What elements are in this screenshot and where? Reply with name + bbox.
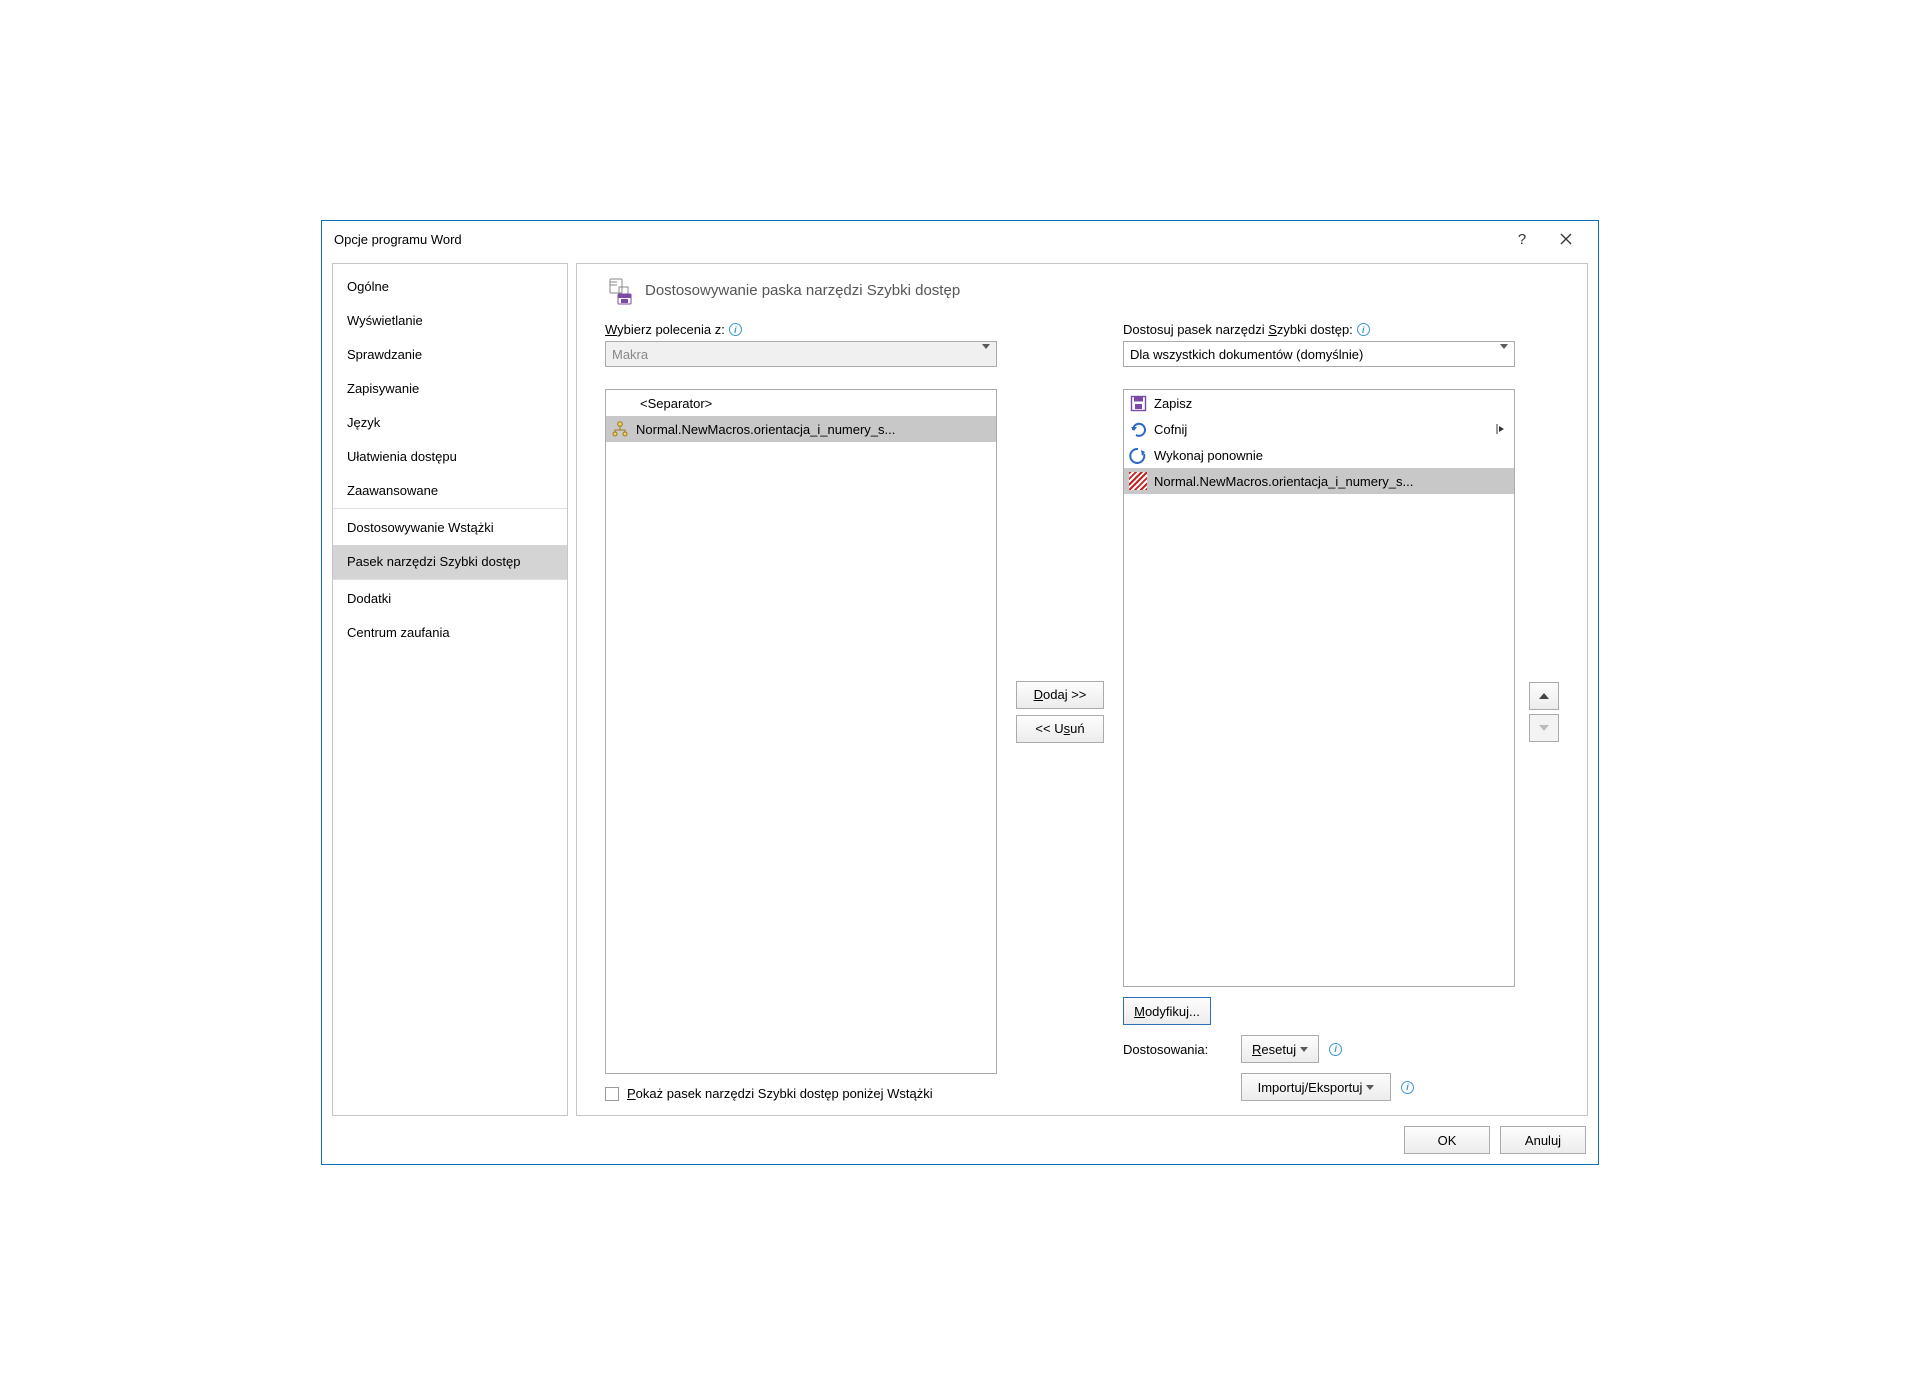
sidebar-item-save[interactable]: Zapisywanie	[333, 372, 567, 406]
chevron-down-icon	[1300, 1047, 1308, 1052]
chevron-down-icon	[1500, 349, 1508, 364]
columns: Wybierz polecenia z: i Makra <Separator>	[605, 322, 1567, 1101]
customize-qat-column: Dostosuj pasek narzędzi Szybki dostęp: i…	[1123, 322, 1515, 1101]
sidebar-item-general[interactable]: Ogólne	[333, 270, 567, 304]
reorder-column	[1521, 322, 1567, 1101]
show-below-ribbon-row: Pokaż pasek narzędzi Szybki dostęp poniż…	[605, 1086, 997, 1101]
qat-item-redo[interactable]: Wykonaj ponownie	[1124, 442, 1514, 468]
save-icon	[1128, 393, 1148, 413]
info-icon[interactable]: i	[1357, 323, 1370, 336]
reset-button[interactable]: Resetuj	[1241, 1035, 1319, 1063]
right-controls: Modyfikuj... Dostosowania: Resetuj i Imp…	[1123, 997, 1515, 1101]
panel-heading-text: Dostosowywanie paska narzędzi Szybki dos…	[645, 282, 960, 299]
info-icon[interactable]: i	[1401, 1081, 1414, 1094]
customize-qat-value: Dla wszystkich dokumentów (domyślnie)	[1130, 347, 1363, 362]
add-button[interactable]: Dodaj >>	[1016, 681, 1104, 709]
word-options-dialog: Opcje programu Word ? Ogólne Wyświetlani…	[321, 220, 1599, 1165]
undo-icon	[1128, 419, 1148, 439]
sidebar-item-advanced[interactable]: Zaawansowane	[333, 474, 567, 509]
qat-listbox[interactable]: Zapisz Cofnij	[1123, 389, 1515, 987]
chevron-up-icon	[1539, 693, 1549, 699]
list-item-separator[interactable]: <Separator>	[606, 390, 996, 416]
sidebar-item-trust-center[interactable]: Centrum zaufania	[333, 616, 567, 650]
sidebar-item-accessibility[interactable]: Ułatwienia dostępu	[333, 440, 567, 474]
sidebar-item-quick-access[interactable]: Pasek narzędzi Szybki dostęp	[333, 545, 567, 580]
move-down-button[interactable]	[1529, 714, 1559, 742]
macro-tree-icon	[610, 419, 630, 439]
titlebar: Opcje programu Word ?	[322, 221, 1598, 257]
commands-listbox[interactable]: <Separator> Normal.N	[605, 389, 997, 1074]
sidebar-item-display[interactable]: Wyświetlanie	[333, 304, 567, 338]
info-icon[interactable]: i	[729, 323, 742, 336]
show-below-ribbon-checkbox[interactable]	[605, 1087, 619, 1101]
cancel-button[interactable]: Anuluj	[1500, 1126, 1586, 1154]
redo-icon	[1128, 445, 1148, 465]
qat-item-undo[interactable]: Cofnij	[1124, 416, 1514, 442]
choose-commands-value: Makra	[612, 347, 648, 362]
help-button[interactable]: ?	[1500, 224, 1544, 254]
chevron-down-icon	[982, 349, 990, 364]
dialog-title: Opcje programu Word	[332, 232, 1500, 247]
close-icon	[1560, 233, 1572, 245]
chevron-down-icon	[1539, 725, 1549, 731]
qat-item-save[interactable]: Zapisz	[1124, 390, 1514, 416]
split-indicator-icon	[1494, 422, 1510, 436]
move-up-button[interactable]	[1529, 682, 1559, 710]
customize-qat-combo[interactable]: Dla wszystkich dokumentów (domyślnie)	[1123, 341, 1515, 367]
ok-button[interactable]: OK	[1404, 1126, 1490, 1154]
choose-commands-label: Wybierz polecenia z: i	[605, 322, 997, 337]
main-panel: Dostosowywanie paska narzędzi Szybki dos…	[576, 263, 1588, 1116]
sidebar-item-addins[interactable]: Dodatki	[333, 582, 567, 616]
dialog-body: Ogólne Wyświetlanie Sprawdzanie Zapisywa…	[322, 257, 1598, 1116]
choose-commands-column: Wybierz polecenia z: i Makra <Separator>	[605, 322, 997, 1101]
panel-heading: Dostosowywanie paska narzędzi Szybki dos…	[605, 276, 1567, 304]
close-button[interactable]	[1544, 224, 1588, 254]
sidebar-item-language[interactable]: Język	[333, 406, 567, 440]
choose-commands-combo[interactable]: Makra	[605, 341, 997, 367]
dialog-footer: OK Anuluj	[322, 1116, 1598, 1164]
sidebar: Ogólne Wyświetlanie Sprawdzanie Zapisywa…	[332, 263, 568, 1116]
add-remove-column: Dodaj >> << Usuń	[997, 322, 1123, 1101]
sidebar-item-customize-ribbon[interactable]: Dostosowywanie Wstążki	[333, 511, 567, 545]
customizations-label: Dostosowania:	[1123, 1042, 1231, 1057]
qat-icon	[605, 276, 633, 304]
list-item-macro[interactable]: Normal.NewMacros.orientacja_i_numery_s..…	[606, 416, 996, 442]
info-icon[interactable]: i	[1329, 1043, 1342, 1056]
customize-qat-label: Dostosuj pasek narzędzi Szybki dostęp: i	[1123, 322, 1515, 337]
import-export-button[interactable]: Importuj/Eksportuj	[1241, 1073, 1391, 1101]
sidebar-item-proofing[interactable]: Sprawdzanie	[333, 338, 567, 372]
macro-icon	[1128, 471, 1148, 491]
remove-button[interactable]: << Usuń	[1016, 715, 1104, 743]
chevron-down-icon	[1366, 1085, 1374, 1090]
modify-button[interactable]: Modyfikuj...	[1123, 997, 1211, 1025]
qat-item-macro[interactable]: Normal.NewMacros.orientacja_i_numery_s..…	[1124, 468, 1514, 494]
show-below-ribbon-label[interactable]: Pokaż pasek narzędzi Szybki dostęp poniż…	[627, 1086, 933, 1101]
